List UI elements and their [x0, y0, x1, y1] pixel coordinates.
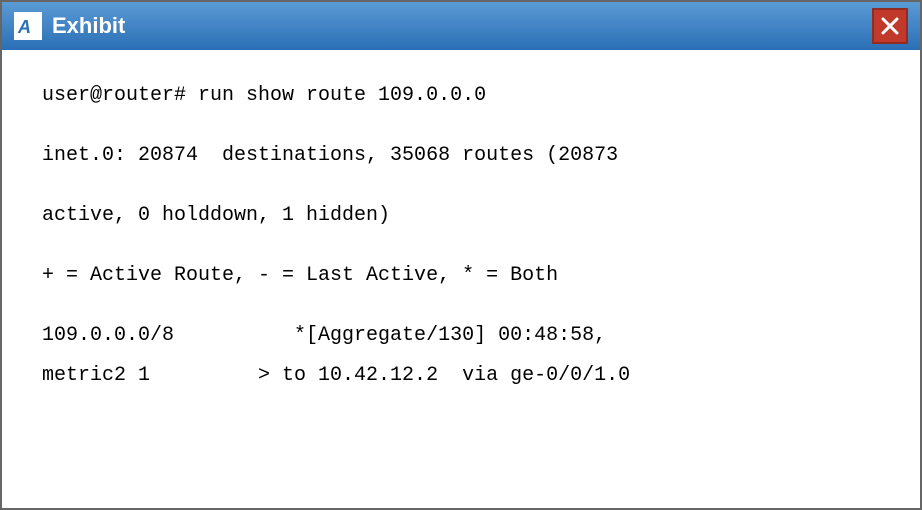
- terminal-line-1: user@router# run show route 109.0.0.0: [42, 80, 880, 112]
- close-button[interactable]: [872, 8, 908, 44]
- window-title: Exhibit: [52, 13, 125, 39]
- svg-text:A: A: [17, 17, 31, 37]
- terminal-line-6: metric2 1 > to 10.42.12.2 via ge-0/0/1.0: [42, 360, 880, 392]
- title-bar: A Exhibit: [2, 2, 920, 50]
- terminal-line-2: inet.0: 20874 destinations, 35068 routes…: [42, 140, 880, 172]
- title-bar-left: A Exhibit: [14, 12, 125, 40]
- app-icon: A: [14, 12, 42, 40]
- terminal-content: user@router# run show route 109.0.0.0 in…: [2, 50, 920, 508]
- exhibit-window: A Exhibit user@router# run show route 10…: [0, 0, 922, 510]
- terminal-line-3: active, 0 holddown, 1 hidden): [42, 200, 880, 232]
- terminal-line-4: + = Active Route, - = Last Active, * = B…: [42, 260, 880, 292]
- terminal-line-5: 109.0.0.0/8 *[Aggregate/130] 00:48:58,: [42, 320, 880, 352]
